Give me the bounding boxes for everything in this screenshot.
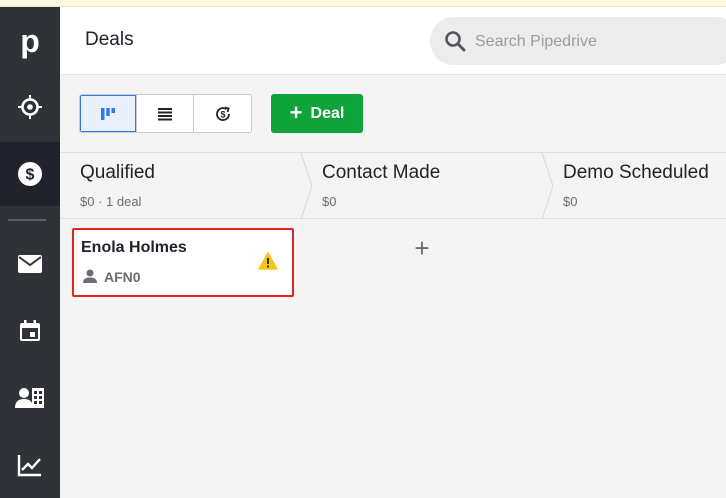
search-box[interactable] [430, 17, 726, 65]
top-notice-strip [0, 0, 726, 7]
plus-icon: + [414, 233, 430, 263]
deal-title: Enola Holmes [81, 239, 187, 256]
sidebar-item-mail[interactable] [0, 232, 60, 296]
sidebar-item-contacts[interactable] [0, 366, 60, 430]
sidebar: p $ [0, 7, 60, 498]
deals-dollar-icon: $ [18, 162, 42, 186]
stage-summary: $0 [322, 194, 337, 209]
add-deal-to-stage-button[interactable]: + [410, 233, 434, 263]
contacts-icon [15, 388, 44, 408]
svg-text:$: $ [220, 109, 225, 119]
page-header: Deals [60, 7, 726, 75]
stage-summary: $0 · 1 deal [80, 194, 142, 209]
sidebar-item-leads[interactable] [0, 75, 60, 139]
pipedrive-logo-icon: p [20, 23, 40, 59]
pipeline-stage-row: Qualified $0 · 1 deal Contact Made $0 De… [60, 152, 726, 219]
warning-icon[interactable] [258, 252, 278, 270]
stage-qualified[interactable]: Qualified $0 · 1 deal [60, 153, 302, 219]
pipedrive-logo[interactable]: p [0, 9, 60, 73]
plus-icon: + [289, 99, 303, 125]
person-icon [83, 269, 97, 283]
pipeline-view-icon [101, 107, 115, 120]
search-icon [445, 31, 466, 52]
list-view-icon [158, 107, 172, 120]
pipeline-view-button[interactable] [80, 95, 137, 132]
add-deal-label: Deal [310, 104, 345, 122]
page-title: Deals [85, 29, 134, 50]
sidebar-divider [8, 219, 46, 221]
search-input[interactable] [475, 31, 715, 53]
deal-organization: AFN0 [104, 269, 141, 285]
stage-name: Qualified [80, 162, 155, 183]
stage-contact-made[interactable]: Contact Made $0 [302, 153, 544, 219]
sidebar-item-insights[interactable] [0, 433, 60, 497]
mail-icon [18, 255, 42, 273]
deal-card[interactable]: Enola Holmes AFN0 [72, 228, 294, 297]
list-view-button[interactable] [137, 95, 194, 132]
forecast-view-icon: $ [215, 106, 230, 121]
svg-text:$: $ [26, 167, 35, 184]
stage-summary: $0 [563, 194, 578, 209]
calendar-icon [20, 320, 40, 341]
sidebar-item-deals[interactable]: $ [0, 142, 60, 206]
stage-name: Contact Made [322, 162, 441, 183]
insights-chart-icon [17, 455, 41, 477]
leads-target-icon [18, 95, 42, 119]
view-switcher: $ [79, 94, 252, 133]
forecast-view-button[interactable]: $ [194, 95, 251, 132]
add-deal-button[interactable]: + Deal [271, 94, 363, 133]
sidebar-item-activities[interactable] [0, 299, 60, 363]
stage-demo-scheduled[interactable]: Demo Scheduled $0 [543, 153, 726, 219]
stage-name: Demo Scheduled [563, 162, 709, 183]
